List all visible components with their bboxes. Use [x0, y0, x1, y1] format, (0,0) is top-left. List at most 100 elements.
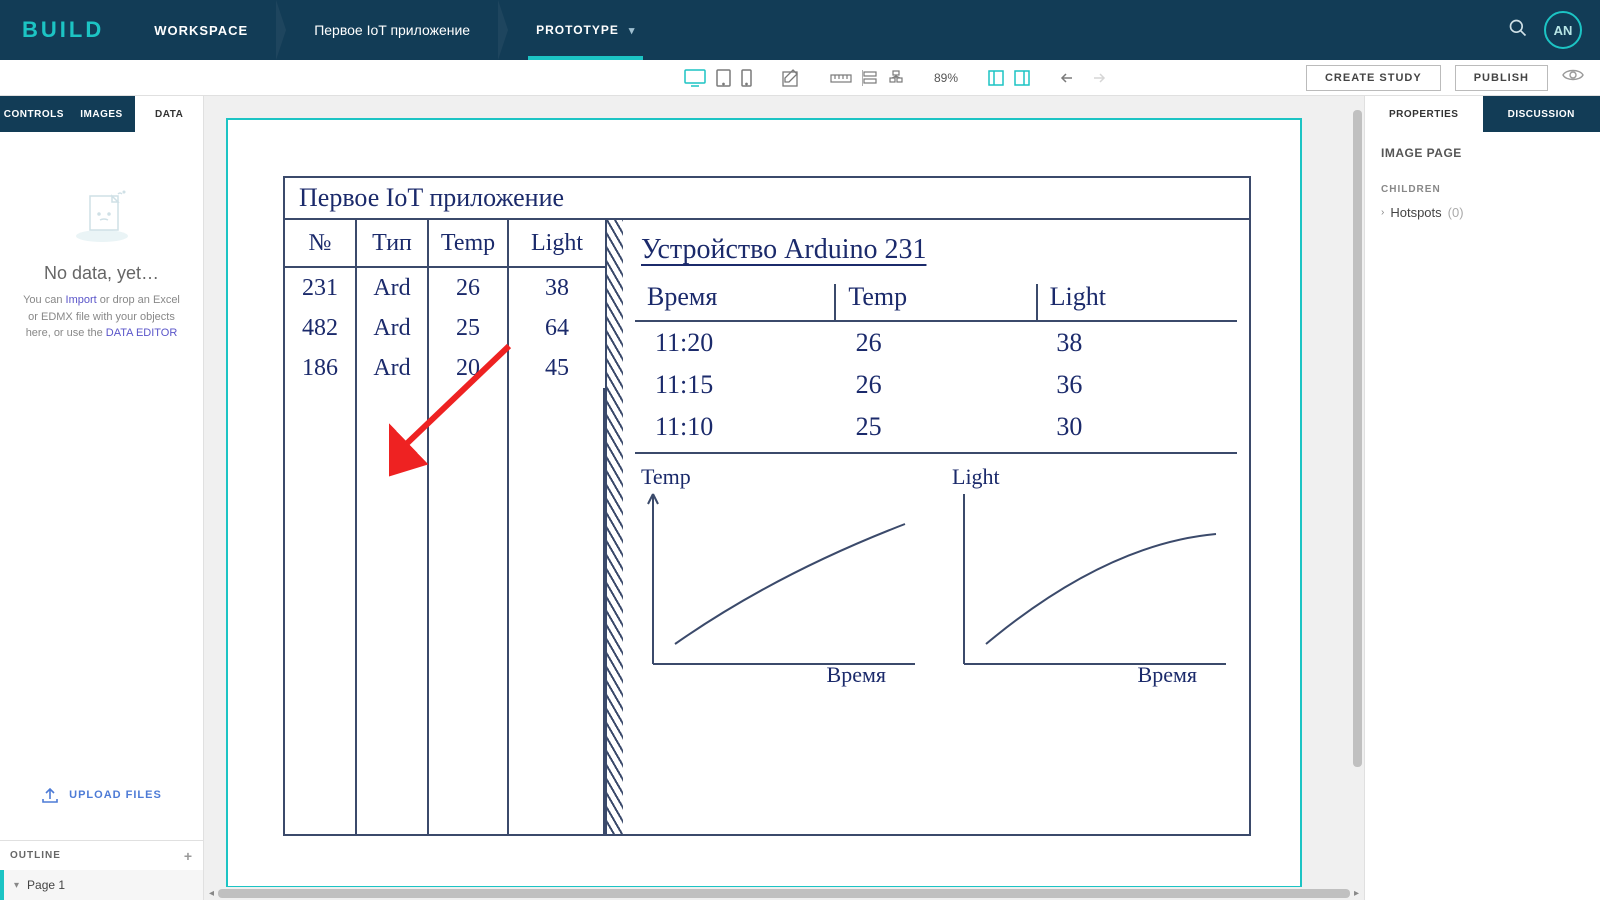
sketch-td: 38: [1036, 322, 1237, 364]
add-page-icon[interactable]: +: [184, 848, 193, 864]
empty-state-icon: [72, 188, 132, 249]
sketch-image: Первое IoT приложение № Тип Temp Light 2…: [228, 120, 1300, 886]
data-editor-link[interactable]: DATA EDITOR: [106, 327, 178, 339]
sketch-th: №: [285, 220, 357, 266]
split-left-icon[interactable]: [988, 70, 1004, 86]
crumb-sep: [276, 0, 286, 60]
tab-discussion[interactable]: DISCUSSION: [1483, 96, 1600, 132]
distribute-icon[interactable]: [888, 70, 904, 86]
app-logo[interactable]: BUILD: [0, 17, 126, 43]
import-link[interactable]: Import: [66, 294, 97, 306]
hotspots-count: (0): [1448, 205, 1464, 220]
sketch-td: 64: [509, 308, 605, 348]
canvas-vscroll[interactable]: [1351, 96, 1364, 887]
top-bar: BUILD WORKSPACE Первое IoT приложение PR…: [0, 0, 1600, 60]
hotspots-label: Hotspots: [1390, 205, 1441, 220]
edit-icon[interactable]: [782, 69, 800, 87]
sketch-divider: [605, 220, 623, 834]
sketch-chart-light: Light Время: [946, 464, 1237, 684]
sketch-td: 25: [836, 406, 1037, 448]
sketch-detail-title: Устройство Arduino 231: [635, 226, 1237, 274]
right-panel: PROPERTIES DISCUSSION IMAGE PAGE CHILDRE…: [1364, 96, 1600, 900]
crumb-project[interactable]: Первое IoT приложение: [286, 0, 498, 60]
tab-images[interactable]: IMAGES: [68, 96, 136, 132]
publish-button[interactable]: PUBLISH: [1455, 65, 1548, 91]
chevron-down-icon: ▾: [14, 880, 19, 891]
sketch-td: 482: [285, 308, 357, 348]
sketch-td: 11:20: [635, 322, 836, 364]
outline-title: OUTLINE: [10, 850, 61, 861]
crumb-sep: [498, 0, 508, 60]
sketch-td: 26: [836, 364, 1037, 406]
left-tabs: CONTROLS IMAGES DATA: [0, 96, 203, 132]
device-group: [684, 69, 752, 87]
data-panel-body[interactable]: No data, yet… You can Import or drop an …: [0, 132, 203, 840]
left-panel: CONTROLS IMAGES DATA No data, yet… You c…: [0, 96, 204, 900]
crumb-prototype[interactable]: PROTOTYPE ▾: [508, 0, 663, 60]
split-right-icon[interactable]: [1014, 70, 1030, 86]
sketch-td: 38: [509, 268, 605, 308]
sketch-td: Ard: [357, 308, 429, 348]
sketch-td: 231: [285, 268, 357, 308]
sketch-td: 11:10: [635, 406, 836, 448]
sketch-td: 20: [429, 348, 509, 388]
outline-item-page1[interactable]: ▾ Page 1: [0, 870, 203, 900]
sketch-td: Ard: [357, 348, 429, 388]
properties-title: IMAGE PAGE: [1381, 146, 1584, 160]
upload-files-button[interactable]: UPLOAD FILES: [41, 786, 162, 804]
user-avatar[interactable]: AN: [1544, 11, 1582, 49]
crumb-prototype-label: PROTOTYPE: [536, 23, 619, 37]
toolbar: 89% CREATE STUDY PUBLISH: [0, 60, 1600, 96]
tablet-icon[interactable]: [716, 69, 731, 87]
no-data-subtitle: You can Import or drop an Excel or EDMX …: [22, 292, 182, 342]
tab-properties[interactable]: PROPERTIES: [1365, 96, 1483, 132]
sketch-td: 11:15: [635, 364, 836, 406]
right-tabs: PROPERTIES DISCUSSION: [1365, 96, 1600, 132]
children-header: CHILDREN: [1381, 184, 1584, 195]
sketch-td: 26: [429, 268, 509, 308]
sketch-th: Light: [1038, 274, 1237, 320]
chevron-down-icon: ▾: [629, 24, 636, 37]
canvas[interactable]: Первое IoT приложение № Тип Temp Light 2…: [204, 96, 1364, 900]
breadcrumb: WORKSPACE Первое IoT приложение PROTOTYP…: [126, 0, 663, 60]
phone-icon[interactable]: [741, 69, 752, 87]
sketch-th: Light: [509, 220, 605, 266]
crumb-workspace[interactable]: WORKSPACE: [126, 0, 276, 60]
align-icon[interactable]: [862, 70, 878, 86]
sketch-td: Ard: [357, 268, 429, 308]
align-group: [830, 70, 904, 86]
upload-files-label: UPLOAD FILES: [69, 789, 162, 801]
undo-icon[interactable]: [1060, 71, 1078, 85]
redo-icon[interactable]: [1088, 71, 1106, 85]
tab-data[interactable]: DATA: [135, 96, 203, 132]
canvas-page[interactable]: Первое IoT приложение № Тип Temp Light 2…: [226, 118, 1302, 888]
create-study-button[interactable]: CREATE STUDY: [1306, 65, 1441, 91]
sketch-th: Тип: [357, 220, 429, 266]
tab-controls[interactable]: CONTROLS: [0, 96, 68, 132]
chevron-right-icon: ›: [1381, 207, 1384, 218]
sketch-title: Первое IoT приложение: [285, 178, 1249, 220]
desktop-icon[interactable]: [684, 69, 706, 87]
sketch-td: 186: [285, 348, 357, 388]
history-group: [1060, 71, 1106, 85]
sketch-chart-temp: Temp Время: [635, 464, 926, 684]
split-group: [988, 70, 1030, 86]
no-data-title: No data, yet…: [44, 263, 159, 284]
top-right: AN: [1508, 11, 1600, 49]
preview-icon[interactable]: [1562, 68, 1584, 87]
outline-header: OUTLINE +: [0, 840, 203, 870]
sketch-td: 36: [1036, 364, 1237, 406]
outline-item-label: Page 1: [27, 878, 65, 892]
sketch-td: 45: [509, 348, 605, 388]
children-hotspots[interactable]: › Hotspots (0): [1381, 205, 1584, 220]
sketch-td: 30: [1036, 406, 1237, 448]
sketch-th: Время: [635, 274, 834, 320]
sketch-td: 26: [836, 322, 1037, 364]
ruler-icon[interactable]: [830, 72, 852, 84]
zoom-level[interactable]: 89%: [934, 71, 958, 85]
sketch-th: Temp: [429, 220, 509, 266]
canvas-hscroll[interactable]: ◂▸: [204, 887, 1364, 900]
sketch-td: 25: [429, 308, 509, 348]
sketch-th: Temp: [836, 274, 1035, 320]
search-icon[interactable]: [1508, 18, 1528, 43]
